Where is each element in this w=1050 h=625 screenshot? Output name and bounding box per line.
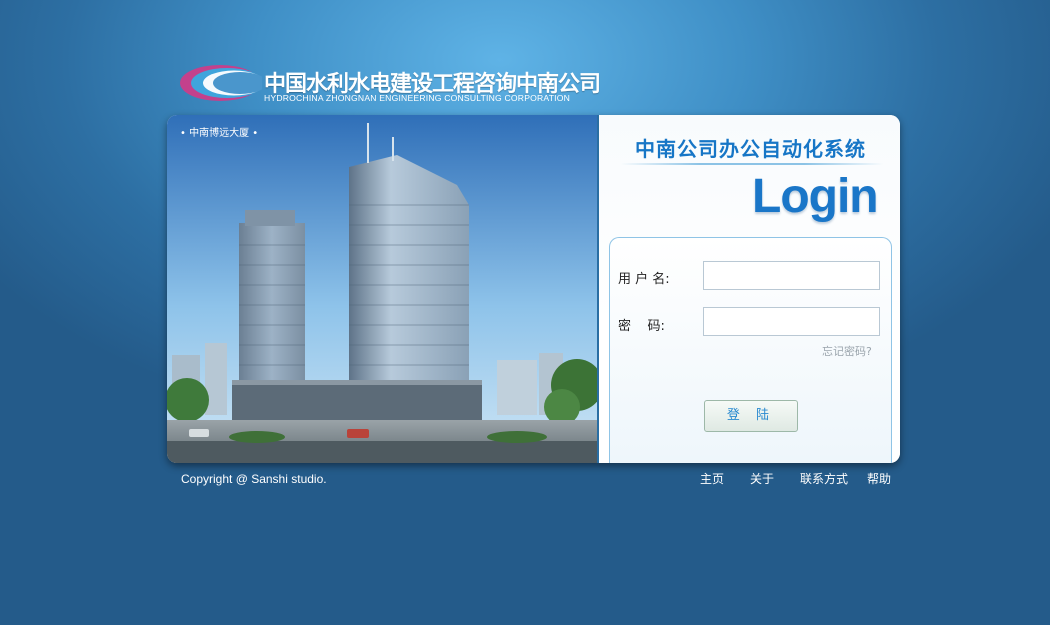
logo-swoosh-icon: [180, 65, 262, 101]
company-logo: 中国水利水电建设工程咨询中南公司 HYDROCHINA ZHONGNAN ENG…: [178, 62, 601, 106]
copyright-text: Copyright @ Sanshi studio.: [181, 472, 327, 486]
login-button[interactable]: 登 陆: [704, 400, 798, 432]
footer-link-about[interactable]: 关于: [750, 470, 774, 487]
username-label: 用 户 名:: [618, 272, 670, 287]
building-photo: • 中南博远大厦 •: [167, 115, 599, 463]
footer-link-home[interactable]: 主页: [700, 470, 724, 487]
forgot-password-link[interactable]: 忘记密码?: [822, 343, 872, 359]
password-input[interactable]: [703, 307, 880, 336]
footer-link-contact[interactable]: 联系方式: [800, 470, 848, 487]
company-name-en: HYDROCHINA ZHONGNAN ENGINEERING CONSULTI…: [264, 93, 571, 103]
username-input[interactable]: [703, 261, 880, 290]
login-heading: Login: [752, 170, 879, 223]
building-illustration: [167, 115, 597, 463]
photo-caption: • 中南博远大厦 •: [180, 128, 259, 139]
title-divider: [621, 163, 883, 165]
login-frame: • 中南博远大厦 • 中南公司办公自动化系统 Login 用 户 名: 密 码:…: [167, 115, 900, 463]
footer-link-help[interactable]: 帮助: [867, 470, 891, 487]
login-form: 用 户 名: 密 码: 忘记密码? 登 陆: [609, 237, 892, 463]
system-title: 中南公司办公自动化系统: [635, 137, 866, 161]
login-panel: 中南公司办公自动化系统 Login 用 户 名: 密 码: 忘记密码? 登 陆: [599, 115, 900, 463]
password-label: 密 码:: [618, 319, 665, 334]
